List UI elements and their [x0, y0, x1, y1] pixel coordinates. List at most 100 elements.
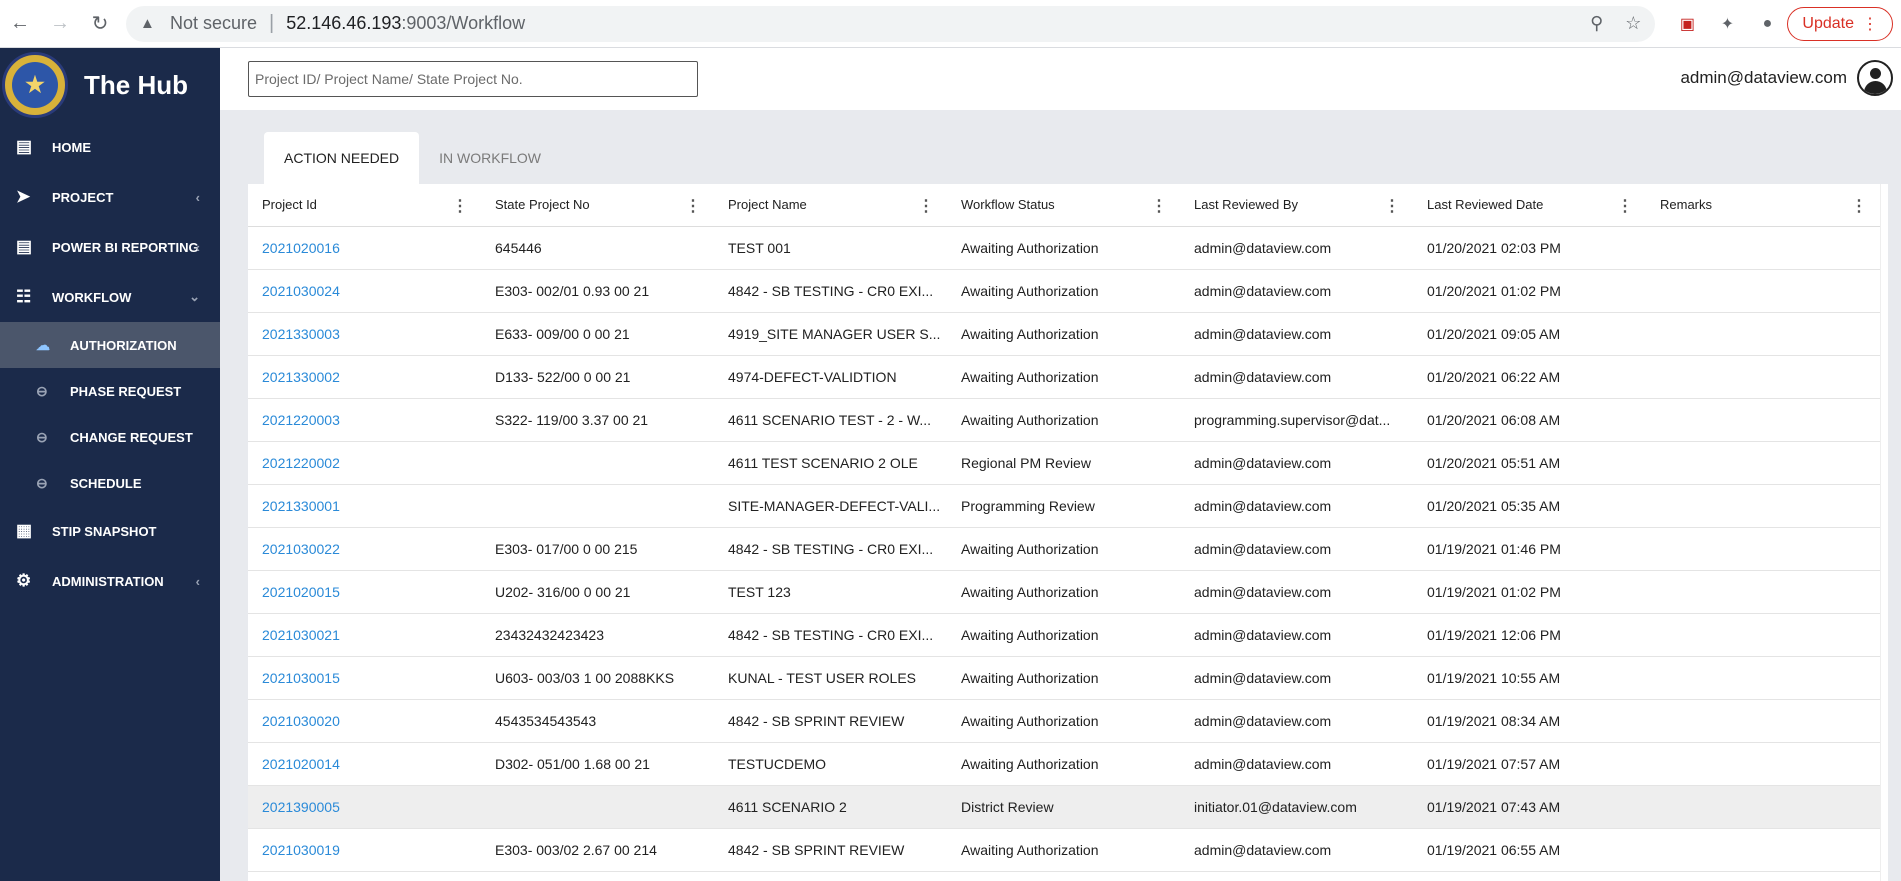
sidebar-item-stip-snapshot[interactable]: ▦ STIP SNAPSHOT: [0, 506, 220, 556]
last-reviewed-date: 01/19/2021 01:02 PM: [1413, 570, 1646, 614]
search-input[interactable]: [249, 62, 697, 96]
project-id-link[interactable]: 2021020016: [248, 226, 481, 270]
sidebar-subitem-label: SCHEDULE: [70, 475, 142, 491]
sidebar-item-administration[interactable]: ⚙ ADMINISTRATION ‹: [0, 556, 220, 606]
column-menu-icon[interactable]: ⋮: [1384, 196, 1400, 216]
project-name: TEST 123: [714, 570, 947, 614]
puzzle-icon[interactable]: ✦: [1707, 4, 1747, 44]
last-reviewed-date: 01/20/2021 05:51 AM: [1413, 441, 1646, 485]
column-header[interactable]: Last Reviewed By ⋮: [1180, 184, 1413, 227]
table-row[interactable]: 2021020015 U202- 316/00 0 00 21 TEST 123 Aw…: [248, 570, 1880, 614]
table-row[interactable]: 2021030015 U603- 003/03 1 00 2088KKS KUNAL…: [248, 656, 1880, 700]
address-bar[interactable]: ▲ Not secure | 52.146.46.193:9003/Workfl…: [126, 5, 1656, 42]
table-row[interactable]: 2021220003 S322- 119/00 3.37 00 21 4611 SC…: [248, 398, 1880, 442]
table-row[interactable]: 2021020014 D302- 051/00 1.68 00 21 TESTUCD…: [248, 742, 1880, 786]
project-id-link[interactable]: 2021020015: [248, 570, 481, 614]
workflow-status: Awaiting Authorization: [947, 828, 1180, 872]
table-row[interactable]: 2021020016 645446 TEST 001 Awaiting Authori…: [248, 226, 1880, 270]
table-row[interactable]: 2021030020 4543534543543 4842 - SB SPRINT …: [248, 699, 1880, 743]
project-name: 4842 - SB TESTING - CR0 EXI...: [714, 527, 947, 571]
browser-toolbar: ← → ↻ ▲ Not secure | 52.146.46.193:9003/…: [0, 0, 1901, 48]
sidebar-subitem-label: AUTHORIZATION: [70, 337, 177, 353]
profile-icon[interactable]: ●: [1747, 4, 1787, 44]
workflow-status: Programming Review: [947, 484, 1180, 528]
zoom-icon[interactable]: ⚲: [1590, 13, 1603, 34]
project-id-link[interactable]: 2021030021: [248, 613, 481, 657]
star-icon[interactable]: ☆: [1625, 13, 1641, 34]
last-reviewed-by: admin@dataview.com: [1180, 742, 1413, 786]
last-reviewed-by: admin@dataview.com: [1180, 355, 1413, 399]
project-id-link[interactable]: 2021030019: [248, 828, 481, 872]
back-arrow-icon[interactable]: ←: [0, 4, 40, 44]
column-header[interactable]: Last Reviewed Date ⋮: [1413, 184, 1646, 227]
sidebar-item-workflow[interactable]: ☷ WORKFLOW ⌄: [0, 272, 220, 322]
sidebar-item-label: WORKFLOW: [52, 289, 132, 305]
state-project-no: U202- 316/00 0 00 21: [481, 570, 714, 614]
table-row[interactable]: 2021030019 E303- 003/02 2.67 00 214 4842 -…: [248, 828, 1880, 872]
project-id-link[interactable]: 2021220003: [248, 398, 481, 442]
sidebar-item-home[interactable]: ▤ HOME: [0, 122, 220, 172]
vertical-scrollbar[interactable]: [1880, 184, 1888, 881]
table-row[interactable]: 2021330003 E633- 009/00 0 00 21 4919_SITE …: [248, 312, 1880, 356]
sidebar-subitem-authorization[interactable]: ☁ AUTHORIZATION: [0, 322, 220, 368]
table-row[interactable]: 2021030022 E303- 017/00 0 00 215 4842 - SB…: [248, 527, 1880, 571]
state-project-no: E303- 017/00 0 00 215: [481, 527, 714, 571]
avatar-icon[interactable]: [1857, 60, 1893, 96]
column-header[interactable]: Remarks ⋮: [1646, 184, 1880, 227]
project-id-link[interactable]: 2021030024: [248, 269, 481, 313]
column-header-label: Last Reviewed By: [1194, 197, 1299, 213]
table-row[interactable]: 2021390005 4611 SCENARIO 2 District Review…: [248, 785, 1880, 829]
last-reviewed-by: admin@dataview.com: [1180, 269, 1413, 313]
user-menu[interactable]: admin@dataview.com: [1680, 60, 1893, 96]
tab-in-workflow[interactable]: IN WORKFLOW: [419, 132, 561, 184]
table-row[interactable]: 2021220002 4611 TEST SCENARIO 2 OLE Region…: [248, 441, 1880, 485]
project-id-link[interactable]: 2021330002: [248, 355, 481, 399]
project-search[interactable]: [248, 61, 698, 97]
project-id-link[interactable]: 2021030015: [248, 656, 481, 700]
column-header-label: Project Id: [262, 197, 317, 213]
column-header[interactable]: State Project No ⋮: [481, 184, 714, 227]
workflow-status: Awaiting Authorization: [947, 613, 1180, 657]
kebab-menu-icon: ⋮: [1862, 15, 1878, 33]
last-reviewed-date: 01/19/2021 10:55 AM: [1413, 656, 1646, 700]
column-header[interactable]: Project Id ⋮: [248, 184, 481, 227]
update-button[interactable]: Update ⋮: [1787, 6, 1893, 41]
last-reviewed-by: programming.supervisor@dat...: [1180, 398, 1413, 442]
sidebar-item-power-bi-reporting[interactable]: ▤ POWER BI REPORTING ‹: [0, 222, 220, 272]
remarks: [1646, 699, 1880, 743]
column-header[interactable]: Project Name ⋮: [714, 184, 947, 227]
project-id-link[interactable]: 2021330003: [248, 312, 481, 356]
column-menu-icon[interactable]: ⋮: [452, 196, 468, 216]
remarks: [1646, 355, 1880, 399]
table-row[interactable]: 2021030021 23432432423423 4842 - SB TESTIN…: [248, 613, 1880, 657]
sidebar-subitem-change-request[interactable]: ⊖ CHANGE REQUEST: [0, 414, 220, 460]
sidebar-subitem-phase-request[interactable]: ⊖ PHASE REQUEST: [0, 368, 220, 414]
column-header-label: State Project No: [495, 197, 590, 213]
column-menu-icon[interactable]: ⋮: [685, 196, 701, 216]
reload-icon[interactable]: ↻: [80, 4, 120, 44]
extension-shield-icon[interactable]: ▣: [1667, 4, 1707, 44]
url-separator: |: [269, 12, 275, 34]
column-menu-icon[interactable]: ⋮: [918, 196, 934, 216]
chart-report-icon: ▤: [16, 237, 33, 256]
table-row[interactable]: 2021030024 E303- 002/01 0.93 00 21 4842 - …: [248, 269, 1880, 313]
project-id-link[interactable]: 2021330001: [248, 484, 481, 528]
column-menu-icon[interactable]: ⋮: [1617, 196, 1633, 216]
column-menu-icon[interactable]: ⋮: [1851, 196, 1867, 216]
table-row[interactable]: 2021330002 D133- 522/00 0 00 21 4974-DEFEC…: [248, 355, 1880, 399]
tab-action-needed[interactable]: ACTION NEEDED: [264, 132, 420, 184]
sidebar-item-project[interactable]: ➤ PROJECT ‹: [0, 172, 220, 222]
workflow-table-container: Project Id ⋮ State Project No ⋮ Project Na…: [248, 184, 1888, 881]
project-id-link[interactable]: 2021020014: [248, 742, 481, 786]
project-id-link[interactable]: 2021030020: [248, 699, 481, 743]
table-row[interactable]: 2021330001 SITE-MANAGER-DEFECT-VALI... Pro…: [248, 484, 1880, 528]
column-menu-icon[interactable]: ⋮: [1151, 196, 1167, 216]
column-header[interactable]: Workflow Status ⋮: [947, 184, 1180, 227]
project-id-link[interactable]: 2021390005: [248, 785, 481, 829]
sidebar-subitem-schedule[interactable]: ⊖ SCHEDULE: [0, 460, 220, 506]
forward-arrow-icon[interactable]: →: [40, 4, 80, 44]
project-id-link[interactable]: 2021220002: [248, 441, 481, 485]
url-text[interactable]: 52.146.46.193:9003/Workflow: [286, 13, 525, 34]
project-id-link[interactable]: 2021030022: [248, 527, 481, 571]
sidebar-item-label: POWER BI REPORTING: [52, 239, 199, 255]
